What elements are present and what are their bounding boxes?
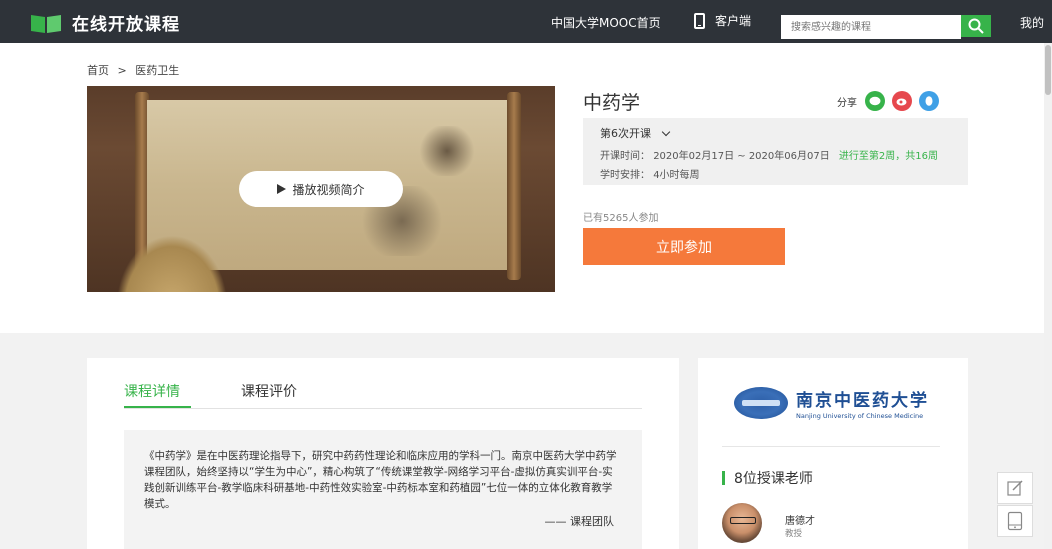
tablet-icon — [1007, 511, 1023, 531]
phone-icon — [694, 12, 705, 29]
term-time-row: 开课时间： 2020年02月17日 ~ 2020年06月07日 进行至第2周，共… — [600, 147, 968, 162]
breadcrumb: 首页 > 医药卫生 — [87, 62, 184, 78]
heading-accent-bar — [722, 471, 725, 485]
edit-icon — [1007, 480, 1023, 496]
course-intro-text: 《中药学》是在中医药理论指导下，研究中药药性理论和临床应用的学科一门。南京中医药… — [144, 450, 617, 510]
share-bar: 分享 — [837, 91, 946, 111]
client-app-link[interactable]: 客户端 — [694, 12, 751, 29]
mooc-home-link[interactable]: 中国大学MOOC首页 — [551, 14, 661, 31]
scroll-rod-right — [507, 92, 521, 280]
join-course-button[interactable]: 立即参加 — [583, 228, 785, 265]
share-label: 分享 — [837, 97, 857, 109]
teacher-title: 教授 — [785, 529, 803, 539]
breadcrumb-category[interactable]: 医药卫生 — [135, 64, 179, 77]
term-info-box: 第6次开课 开课时间： 2020年02月17日 ~ 2020年06月07日 进行… — [583, 118, 968, 185]
ink-decoration — [417, 126, 477, 176]
course-intro-box: 《中药学》是在中医药理论指导下，研究中药药性理论和临床应用的学科一门。南京中医药… — [124, 430, 642, 549]
tab-course-detail[interactable]: 课程详情 — [124, 381, 180, 401]
play-intro-label: 播放视频简介 — [292, 182, 365, 197]
university-name-cn: 南京中医药大学 — [796, 391, 929, 411]
course-video-cover[interactable]: 播放视频简介 — [87, 86, 555, 292]
university-divider — [722, 446, 940, 447]
fan-decoration — [117, 236, 227, 292]
teachers-heading-label: 8位授课老师 — [734, 471, 813, 487]
play-icon — [277, 184, 287, 194]
top-navbar: 在线开放课程 中国大学MOOC首页 客户端 我的 — [0, 0, 1052, 43]
mobile-app-button[interactable] — [997, 505, 1033, 537]
term-time-value: 2020年02月17日 ~ 2020年06月07日 — [653, 151, 830, 162]
book-logo-icon — [31, 14, 61, 33]
university-logo[interactable]: 南京中医药大学 Nanjing University of Chinese Me… — [734, 386, 929, 420]
teachers-heading: 8位授课老师 — [722, 468, 813, 488]
weibo-icon[interactable] — [892, 91, 912, 111]
university-seal-icon — [734, 387, 788, 419]
my-courses-link[interactable]: 我的 — [1020, 14, 1044, 31]
term-time-label: 开课时间： — [600, 151, 650, 162]
university-name-en: Nanjing University of Chinese Medicine — [796, 412, 924, 420]
qq-icon[interactable] — [919, 91, 939, 111]
client-app-label: 客户端 — [715, 14, 752, 28]
breadcrumb-separator: > — [117, 64, 127, 77]
teacher-avatar[interactable] — [722, 503, 762, 543]
tab-divider — [124, 408, 642, 409]
search-button[interactable] — [961, 15, 991, 37]
search-input[interactable] — [781, 16, 961, 39]
active-tab-underline — [124, 406, 191, 408]
course-title: 中药学 — [583, 92, 641, 114]
term-selector[interactable]: 第6次开课 — [600, 125, 968, 141]
schedule-label: 学时安排： — [600, 170, 650, 181]
term-schedule-row: 学时安排： 4小时每周 — [600, 166, 968, 181]
site-title: 在线开放课程 — [72, 15, 180, 35]
term-label: 第6次开课 — [600, 127, 651, 140]
page-scrollbar[interactable] — [1044, 43, 1052, 549]
term-progress: 进行至第2周，共16周 — [838, 151, 939, 162]
chevron-down-icon — [661, 127, 671, 136]
enrolled-count: 已有5265人参加 — [583, 213, 659, 224]
schedule-value: 4小时每周 — [653, 170, 700, 181]
feedback-button[interactable] — [997, 472, 1033, 504]
teacher-name[interactable]: 唐德才 — [785, 512, 815, 527]
site-logo[interactable]: 在线开放课程 — [30, 10, 180, 35]
wechat-icon[interactable] — [865, 91, 885, 111]
tab-course-review[interactable]: 课程评价 — [241, 381, 297, 401]
play-intro-button[interactable]: 播放视频简介 — [239, 171, 403, 207]
scrollbar-thumb[interactable] — [1045, 45, 1051, 95]
search-icon — [968, 18, 984, 34]
search-box — [781, 15, 961, 39]
course-intro-signature: —— 课程团队 — [544, 515, 615, 528]
breadcrumb-home[interactable]: 首页 — [87, 64, 109, 77]
